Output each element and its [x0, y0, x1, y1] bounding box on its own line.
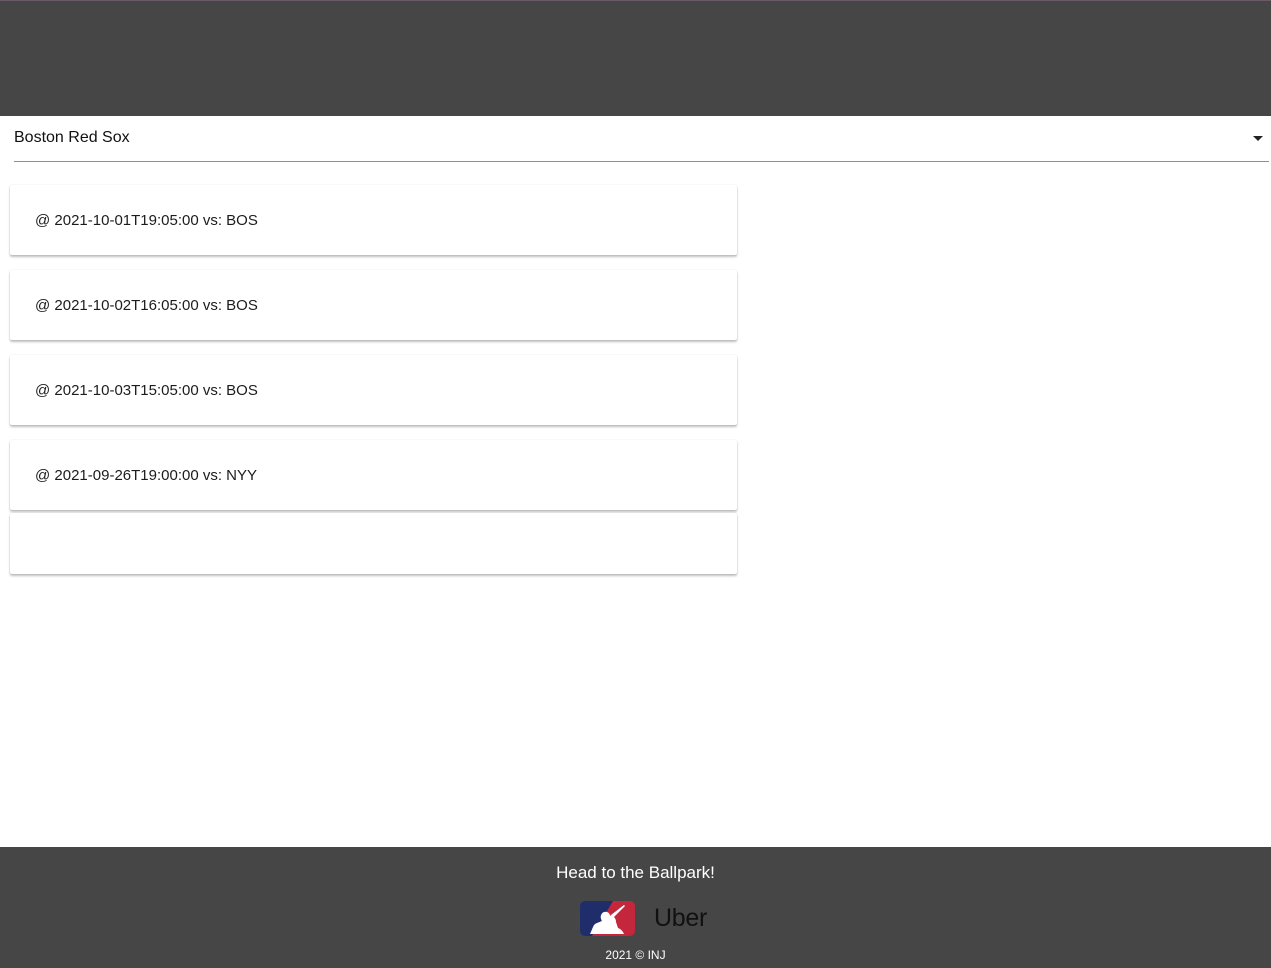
- mlb-batter-icon: [580, 901, 635, 936]
- uber-logo: Uber: [654, 904, 707, 932]
- game-card-label: @ 2021-10-02T16:05:00 vs: BOS: [35, 297, 258, 314]
- game-card-label: @ 2021-10-01T19:05:00 vs: BOS: [35, 212, 258, 229]
- footer-copyright: 2021 © INJ: [605, 948, 666, 962]
- game-card-label: @ 2021-10-03T15:05:00 vs: BOS: [35, 382, 258, 399]
- footer-tagline: Head to the Ballpark!: [556, 863, 715, 882]
- empty-game-card: [10, 513, 737, 574]
- game-card[interactable]: @ 2021-09-26T19:00:00 vs: NYY: [10, 440, 737, 510]
- footer: Head to the Ballpark! Uber 2021 © INJ: [0, 847, 1271, 968]
- game-card-label: @ 2021-09-26T19:00:00 vs: NYY: [35, 467, 258, 484]
- game-card[interactable]: @ 2021-10-02T16:05:00 vs: BOS: [10, 270, 737, 340]
- team-select-value: Boston Red Sox: [14, 129, 130, 146]
- game-card[interactable]: @ 2021-10-03T15:05:00 vs: BOS: [10, 355, 737, 425]
- sponsor-logos: Uber: [580, 901, 720, 937]
- game-list: @ 2021-10-01T19:05:00 vs: BOS @ 2021-10-…: [10, 185, 737, 589]
- game-card[interactable]: @ 2021-10-01T19:05:00 vs: BOS: [10, 185, 737, 255]
- team-select-dropdown[interactable]: Boston Red Sox: [14, 118, 1269, 162]
- caret-down-icon: [1253, 136, 1263, 141]
- app-header-bar: [0, 0, 1271, 116]
